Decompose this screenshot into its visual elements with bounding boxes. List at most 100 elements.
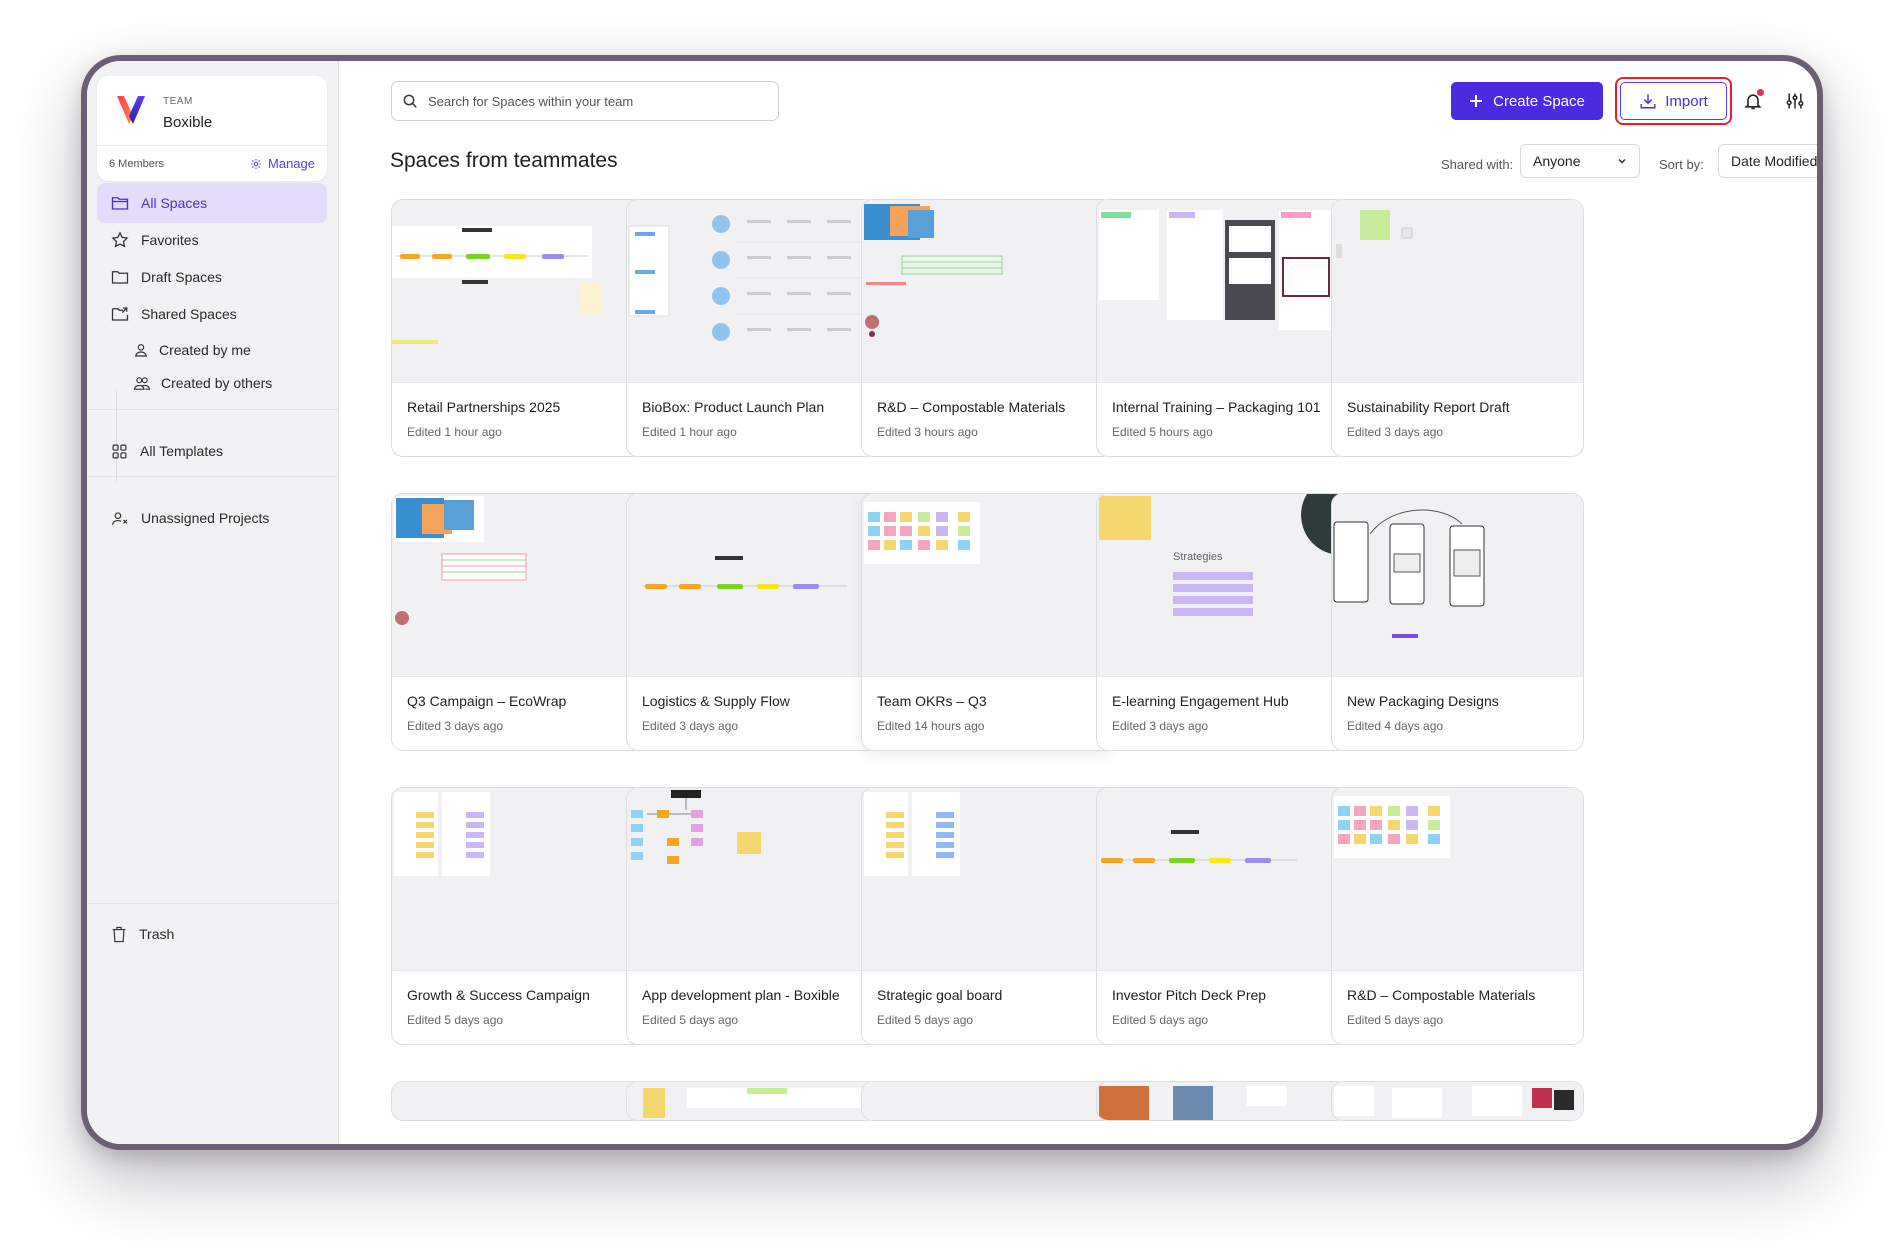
sidebar-item-all-templates[interactable]: All Templates bbox=[97, 431, 327, 471]
space-card[interactable]: R&D – Compostable Materials Edited 5 day… bbox=[1331, 787, 1584, 1045]
space-card[interactable]: BioBox: Product Launch Plan Edited 1 hou… bbox=[626, 199, 879, 457]
space-thumbnail bbox=[392, 1082, 643, 1120]
sidebar-item-favorites[interactable]: Favorites bbox=[97, 220, 327, 260]
space-card-edited: Edited 3 days ago bbox=[642, 719, 739, 733]
sidebar-item-all-spaces[interactable]: All Spaces bbox=[97, 183, 327, 223]
space-card[interactable]: App development plan - Boxible Edited 5 … bbox=[626, 787, 879, 1045]
space-card-title: R&D – Compostable Materials bbox=[877, 399, 1066, 415]
space-card-edited: Edited 14 hours ago bbox=[877, 719, 985, 733]
create-space-label: Create Space bbox=[1493, 92, 1585, 110]
space-card-title: App development plan - Boxible bbox=[642, 987, 840, 1003]
manage-label: Manage bbox=[268, 156, 315, 171]
notifications-button[interactable] bbox=[1739, 87, 1767, 115]
import-button[interactable]: Import bbox=[1620, 82, 1727, 120]
space-card-edited: Edited 5 days ago bbox=[1112, 1013, 1209, 1027]
sliders-icon bbox=[1786, 93, 1804, 109]
space-card-title: BioBox: Product Launch Plan bbox=[642, 399, 825, 415]
search-input[interactable] bbox=[428, 93, 748, 109]
space-thumbnail bbox=[627, 200, 878, 383]
space-card[interactable]: Retail Partnerships 2025 Edited 1 hour a… bbox=[391, 199, 644, 457]
sidebar: TEAM Boxible 6 Members Manage All Spaces… bbox=[87, 61, 339, 1144]
users-icon bbox=[133, 377, 151, 390]
sidebar-item-label: Favorites bbox=[141, 232, 199, 248]
sidebar-divider bbox=[87, 903, 339, 904]
team-members-count: 6 Members bbox=[109, 158, 165, 170]
space-thumbnail bbox=[392, 200, 643, 383]
space-card[interactable]: R&D – Compostable Materials Edited 3 hou… bbox=[861, 199, 1114, 457]
space-card-edited: Edited 3 days ago bbox=[407, 719, 504, 733]
space-card-edited: Edited 1 hour ago bbox=[407, 425, 502, 439]
space-thumbnail: Strategies bbox=[1097, 494, 1348, 677]
download-icon bbox=[1640, 94, 1656, 109]
space-thumbnail bbox=[862, 200, 1113, 383]
space-card-edited: Edited 1 hour ago bbox=[642, 425, 737, 439]
app-window: TEAM Boxible 6 Members Manage All Spaces… bbox=[87, 61, 1817, 1144]
space-card-title: Investor Pitch Deck Prep bbox=[1112, 987, 1267, 1003]
space-card-partial[interactable] bbox=[1096, 1081, 1349, 1121]
team-name: Boxible bbox=[163, 114, 213, 131]
folder-icon bbox=[111, 197, 129, 210]
space-thumbnail bbox=[862, 494, 1113, 677]
space-thumbnail bbox=[1332, 200, 1583, 383]
filter-settings-button[interactable] bbox=[1781, 87, 1809, 115]
device-frame: TEAM Boxible 6 Members Manage All Spaces… bbox=[81, 55, 1823, 1150]
space-card-edited: Edited 3 hours ago bbox=[877, 425, 978, 439]
team-card[interactable]: TEAM Boxible 6 Members Manage bbox=[97, 76, 327, 181]
gear-icon bbox=[251, 158, 262, 169]
space-card-title: R&D – Compostable Materials bbox=[1347, 987, 1536, 1003]
space-card[interactable]: Q3 Campaign – EcoWrap Edited 3 days ago bbox=[391, 493, 644, 751]
space-card[interactable]: Strategic goal board Edited 5 days ago bbox=[861, 787, 1114, 1045]
create-space-button[interactable]: Create Space bbox=[1451, 82, 1603, 120]
templates-grid-icon bbox=[112, 444, 127, 458]
sidebar-item-label: Unassigned Projects bbox=[141, 510, 270, 526]
shared-with-value: Anyone bbox=[1533, 153, 1581, 169]
space-card-partial[interactable] bbox=[861, 1081, 1114, 1121]
space-card-partial[interactable] bbox=[1331, 1081, 1584, 1121]
space-card[interactable]: Investor Pitch Deck Prep Edited 5 days a… bbox=[1096, 787, 1349, 1045]
space-card[interactable]: Internal Training – Packaging 101 Edited… bbox=[1096, 199, 1349, 457]
sidebar-item-unassigned-projects[interactable]: Unassigned Projects bbox=[97, 498, 327, 538]
sidebar-item-label: Shared Spaces bbox=[141, 306, 237, 322]
space-thumbnail bbox=[862, 1082, 1113, 1120]
space-card-title: Logistics & Supply Flow bbox=[642, 693, 790, 709]
space-card[interactable]: Sustainability Report Draft Edited 3 day… bbox=[1331, 199, 1584, 457]
sidebar-item-label: Trash bbox=[139, 926, 175, 942]
plus-icon bbox=[1470, 95, 1483, 107]
space-card-title: Strategic goal board bbox=[877, 987, 1003, 1003]
space-card-edited: Edited 3 days ago bbox=[1347, 425, 1444, 439]
space-card[interactable]: New Packaging Designs Edited 4 days ago bbox=[1331, 493, 1584, 751]
sort-by-select[interactable]: Date Modified bbox=[1718, 144, 1817, 178]
sort-by-label: Sort by: bbox=[1659, 157, 1704, 172]
sidebar-item-created-by-others[interactable]: Created by others bbox=[127, 366, 327, 400]
space-card-edited: Edited 5 days ago bbox=[877, 1013, 974, 1027]
space-card-title: Q3 Campaign – EcoWrap bbox=[407, 693, 567, 709]
space-card[interactable]: Team OKRs – Q3 Edited 14 hours ago bbox=[861, 493, 1114, 751]
space-card-edited: Edited 5 days ago bbox=[1347, 1013, 1444, 1027]
space-card-title: Sustainability Report Draft bbox=[1347, 399, 1510, 415]
space-thumbnail bbox=[627, 494, 878, 677]
user-unassigned-icon bbox=[111, 511, 128, 525]
sidebar-item-created-by-me[interactable]: Created by me bbox=[127, 333, 327, 367]
space-card-partial[interactable] bbox=[391, 1081, 644, 1121]
shared-with-select[interactable]: Anyone bbox=[1520, 144, 1640, 178]
space-thumbnail bbox=[1332, 788, 1583, 971]
user-icon bbox=[134, 344, 148, 357]
shared-with-label: Shared with: bbox=[1441, 157, 1514, 172]
space-thumbnail bbox=[392, 494, 643, 677]
space-card[interactable]: Strategies E-learning Engagement Hub Edi… bbox=[1096, 493, 1349, 751]
space-card-edited: Edited 3 days ago bbox=[1112, 719, 1209, 733]
search-box[interactable] bbox=[391, 81, 779, 121]
space-card[interactable]: Logistics & Supply Flow Edited 3 days ag… bbox=[626, 493, 879, 751]
space-card[interactable]: Growth & Success Campaign Edited 5 days … bbox=[391, 787, 644, 1045]
sidebar-item-shared-spaces[interactable]: Shared Spaces bbox=[97, 294, 327, 334]
team-label: TEAM bbox=[163, 96, 193, 107]
sidebar-item-label: All Spaces bbox=[141, 195, 208, 211]
space-card-partial[interactable] bbox=[626, 1081, 879, 1121]
sidebar-item-label: Created by others bbox=[161, 375, 273, 391]
space-thumbnail bbox=[862, 788, 1113, 971]
sidebar-item-draft-spaces[interactable]: Draft Spaces bbox=[97, 257, 327, 297]
star-icon bbox=[111, 231, 129, 248]
sidebar-item-trash[interactable]: Trash bbox=[97, 914, 327, 954]
sidebar-divider bbox=[87, 409, 339, 410]
manage-link[interactable]: Manage bbox=[250, 156, 315, 171]
